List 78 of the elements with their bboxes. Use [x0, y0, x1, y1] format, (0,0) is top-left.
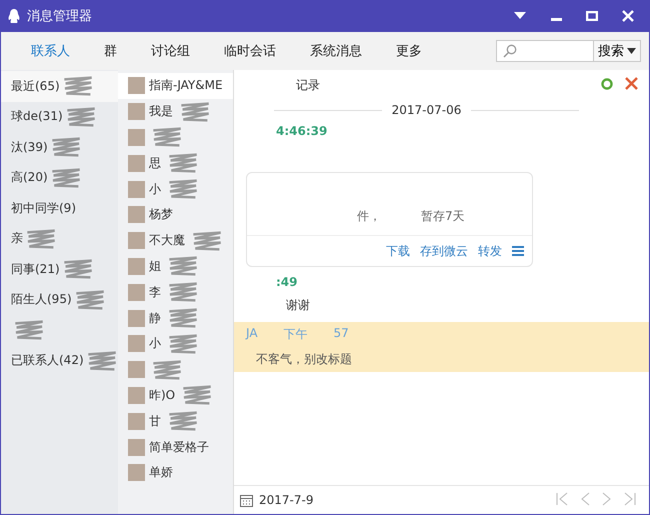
message-period: 下午: [284, 326, 308, 343]
group-item[interactable]: 汰(39): [1, 132, 118, 162]
group-item[interactable]: 同事(21): [1, 254, 118, 284]
nav-tab[interactable]: 联系人: [21, 38, 80, 64]
avatar-image: [128, 258, 145, 275]
avatar-image: [128, 103, 145, 120]
sender-name: JA: [246, 326, 258, 342]
nav-tab[interactable]: 群: [94, 38, 127, 64]
refresh-icon: [601, 78, 613, 90]
contact-item[interactable]: 李: [118, 279, 233, 306]
nav-tab[interactable]: 讨论组: [141, 38, 200, 64]
message-text: 谢谢: [285, 297, 311, 314]
chevron-right-icon: [602, 492, 612, 506]
message-time: 57: [334, 326, 349, 342]
message-time: :49: [276, 275, 298, 289]
group-item[interactable]: 最近(65): [1, 71, 118, 102]
contact-item[interactable]: 甘: [118, 408, 233, 434]
chat-header: 记录: [295, 76, 321, 94]
file-action-link[interactable]: 转发: [478, 242, 502, 260]
nav-tab[interactable]: 临时会话: [214, 38, 286, 64]
contact-item[interactable]: 指南-JAY&ME: [118, 73, 233, 99]
avatar-image: [128, 128, 145, 146]
avatar-image: [128, 77, 145, 94]
avatar-image: [128, 154, 145, 172]
last-page-icon: [624, 492, 636, 506]
nav-tab[interactable]: 更多: [386, 38, 432, 64]
avatar-image: [128, 361, 145, 378]
group-item[interactable]: 球de(31): [1, 102, 118, 132]
menu-icon[interactable]: [512, 246, 524, 256]
chevron-left-icon: [580, 492, 590, 506]
message-time: 4:46:39: [276, 124, 328, 138]
group-item[interactable]: 已联系人(42): [1, 346, 118, 376]
maximize-icon: [586, 11, 598, 21]
avatar-image: [128, 438, 145, 456]
search-icon: [503, 44, 517, 58]
avatar-image: [128, 464, 145, 482]
caret-icon: [514, 12, 526, 20]
contact-item[interactable]: 杨梦: [118, 202, 233, 228]
file-info: 件，: [357, 208, 381, 225]
contact-item[interactable]: 小: [118, 330, 233, 357]
caret-icon: [627, 48, 636, 54]
avatar-image: [128, 310, 145, 327]
contact-item[interactable]: 静: [118, 305, 233, 331]
minimize-icon: [550, 18, 562, 21]
contact-item[interactable]: 我是: [118, 98, 233, 125]
file-action-link[interactable]: 下载: [386, 242, 410, 260]
nav-tab[interactable]: 系统消息: [300, 38, 372, 64]
search-button[interactable]: 搜索: [594, 40, 641, 62]
contact-item[interactable]: 思: [118, 150, 233, 176]
delete-icon: [625, 77, 638, 90]
contact-item[interactable]: 不大魔: [118, 228, 233, 254]
group-item[interactable]: 高(20): [1, 162, 118, 193]
footer-date: 2017-7-9: [259, 493, 314, 507]
avatar-image: [128, 232, 145, 250]
group-item[interactable]: 亲: [1, 224, 118, 254]
file-info: 暂存7天: [421, 208, 465, 225]
group-item[interactable]: 初中同学(9): [1, 193, 118, 224]
close-icon: [622, 10, 634, 22]
avatar-image: [128, 206, 145, 224]
penguin-icon: [7, 8, 21, 24]
first-page-icon: [556, 492, 568, 506]
contact-item[interactable]: 简单爱格子: [118, 434, 233, 460]
avatar-image: [128, 180, 145, 198]
contact-item[interactable]: 单娇: [118, 460, 233, 486]
avatar-image: [128, 335, 145, 352]
avatar-image: [128, 412, 145, 430]
group-item[interactable]: 陌生人(95): [1, 284, 118, 315]
date-divider: 2017-07-06: [392, 103, 462, 117]
avatar-image: [128, 284, 145, 301]
calendar-icon[interactable]: [240, 494, 253, 506]
avatar-image: [128, 386, 145, 404]
file-action-link[interactable]: 存到微云: [420, 242, 468, 260]
search-field[interactable]: [496, 40, 594, 62]
message-text: 不客气，别改标题: [255, 351, 353, 368]
window-title: 消息管理器: [27, 7, 93, 25]
contact-item[interactable]: 小: [118, 176, 233, 202]
contact-item[interactable]: 昨)O: [118, 382, 233, 408]
contact-item[interactable]: 姐: [118, 254, 233, 280]
